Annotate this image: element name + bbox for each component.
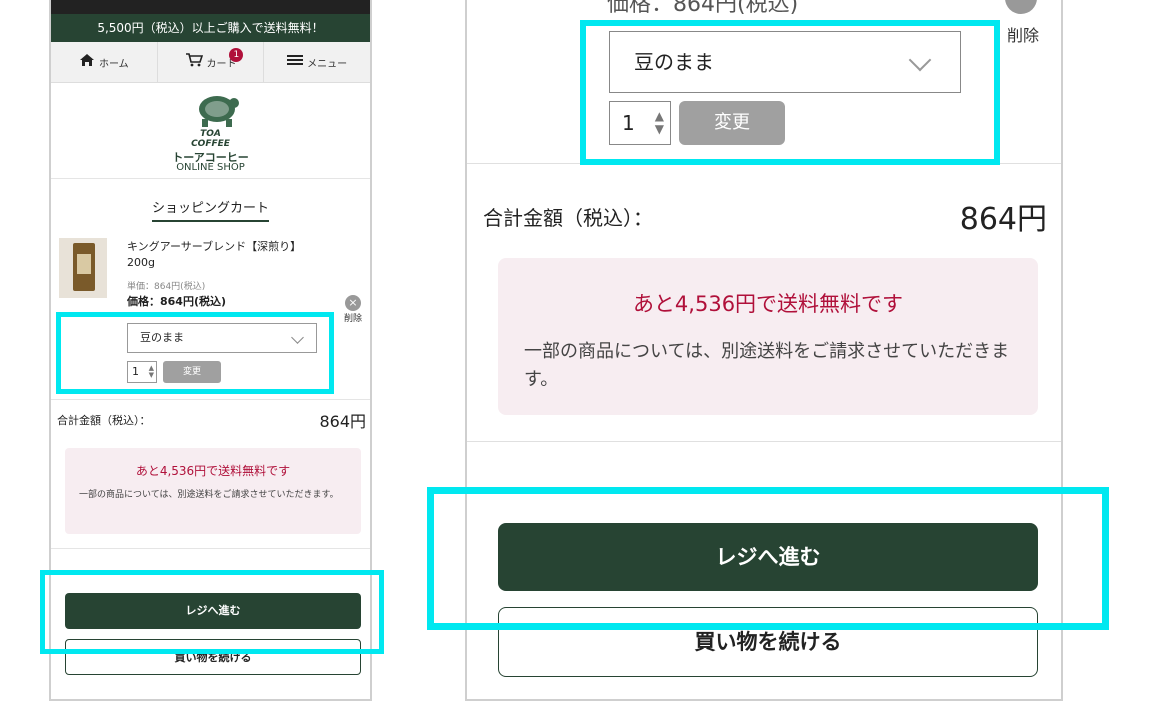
free-shipping-banner: 5,500円（税込）以上ご購入で送料無料！	[51, 14, 370, 42]
divider	[467, 441, 1061, 442]
top-nav: ホーム カート 1 メニュー	[51, 42, 370, 83]
turtle-logo-icon	[199, 96, 239, 127]
unit-price: 単価：864円(税込)	[127, 282, 206, 292]
item-price-partial: 価格：864円(税込)	[607, 0, 799, 17]
item-price: 価格：864円(税込)	[127, 295, 227, 308]
nav-home[interactable]: ホーム	[51, 42, 158, 82]
nav-cart[interactable]: カート 1	[158, 42, 265, 82]
product-name[interactable]: キングアーサーブレンド【深煎り】200g	[127, 239, 307, 271]
logo-text-coffee: COFFEE	[191, 139, 230, 149]
highlight-option-box	[580, 20, 1000, 165]
home-icon	[79, 53, 95, 71]
highlight-checkout-box	[427, 487, 1109, 630]
delete-label: 削除	[343, 314, 362, 324]
page-title: ショッピングカート	[151, 197, 269, 222]
close-icon[interactable]	[1005, 0, 1037, 14]
free-shipping-title: あと4,536円で送料無料です	[632, 292, 904, 316]
shop-logo[interactable]: TOA COFFEE トーアコーヒー ONLINE SHOP	[51, 83, 370, 179]
menu-icon	[287, 54, 304, 70]
shipping-note: 一部の商品については、別途送料をご請求させていただきます。	[79, 490, 339, 500]
highlight-option-box	[56, 312, 334, 394]
nav-home-label: ホーム	[98, 58, 129, 70]
product-thumbnail[interactable]	[59, 238, 107, 298]
nav-menu-label: メニュー	[307, 58, 348, 70]
cart-total: 合計金額（税込）： 864円	[51, 400, 370, 440]
nav-menu[interactable]: メニュー	[264, 42, 370, 82]
close-icon: ×	[344, 295, 361, 311]
cart-icon	[185, 53, 203, 71]
free-shipping-notice: あと4,536円で送料無料です 一部の商品については、別途送料をご請求させていた…	[498, 258, 1038, 415]
logo-text-online-shop: ONLINE SHOP	[176, 162, 245, 173]
cart-count-badge: 1	[229, 48, 244, 62]
logo-text-toa: TOA	[200, 129, 221, 139]
bag-label-graphic	[77, 254, 91, 274]
shipping-note: 一部の商品については、別途送料をご請求させていただきます。	[524, 341, 1010, 390]
total-label: 合計金額（税込）：	[57, 414, 151, 427]
total-value: 864円	[319, 412, 366, 431]
divider	[51, 548, 370, 549]
cart-title-wrap: ショッピングカート	[51, 179, 370, 233]
total-label: 合計金額（税込）：	[483, 206, 653, 230]
free-shipping-notice: あと4,536円で送料無料です 一部の商品については、別途送料をご請求させていた…	[65, 448, 361, 534]
highlight-checkout-box	[40, 570, 384, 654]
status-strip	[51, 0, 370, 14]
delete-label[interactable]: 削除	[1007, 22, 1039, 46]
delete-button[interactable]: × 削除	[344, 295, 362, 324]
free-shipping-title: あと4,536円で送料無料です	[135, 464, 291, 478]
total-value: 864円	[959, 202, 1047, 237]
